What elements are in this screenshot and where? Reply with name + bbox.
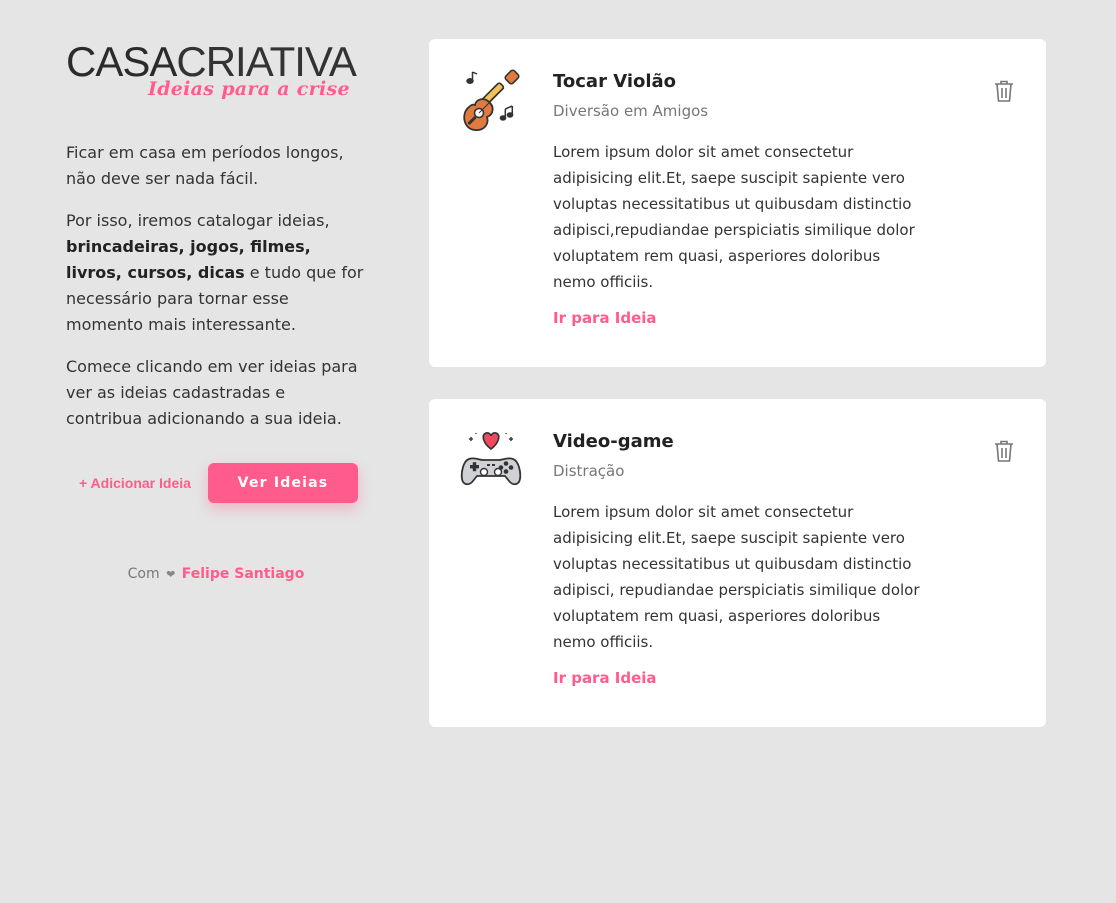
idea-card: Video-game Distração Lorem ipsum dolor s… [429, 399, 1046, 727]
sidebar: CASACRIATIVA Ideias para a crise Ficar e… [66, 38, 366, 582]
card-content: Video-game Distração Lorem ipsum dolor s… [553, 429, 923, 687]
author-link[interactable]: Felipe Santiago [182, 566, 305, 582]
trash-icon[interactable] [993, 79, 1015, 103]
go-to-idea-link[interactable]: Ir para Ideia [553, 669, 657, 687]
card-title: Video-game [553, 431, 674, 452]
logo: CASACRIATIVA Ideias para a crise [66, 38, 366, 104]
credit-prefix: Com [127, 566, 160, 582]
card-content: Tocar Violão Diversão em Amigos Lorem ip… [553, 69, 923, 327]
intro-paragraph-1: Ficar em casa em períodos longos, não de… [66, 143, 344, 188]
view-ideas-button[interactable]: Ver Ideias [208, 463, 358, 503]
credit: Com ❤ Felipe Santiago [66, 566, 366, 582]
intro-paragraph-3: Comece clicando em ver ideias para ver a… [66, 357, 358, 428]
ideas-list: Tocar Violão Diversão em Amigos Lorem ip… [429, 39, 1046, 759]
heart-icon: ❤ [166, 568, 176, 581]
card-description: Lorem ipsum dolor sit amet consectetur a… [553, 143, 915, 291]
intro-paragraph-2: Por isso, iremos catalogar ideias, brinc… [66, 208, 366, 338]
idea-card: Tocar Violão Diversão em Amigos Lorem ip… [429, 39, 1046, 367]
add-idea-link[interactable]: + Adicionar Ideia [79, 475, 191, 491]
card-description: Lorem ipsum dolor sit amet consectetur a… [553, 503, 920, 651]
intro-p2-start: Por isso, iremos catalogar ideias, [66, 211, 330, 230]
guitar-icon [459, 69, 523, 133]
logo-tagline: Ideias para a crise [148, 78, 350, 100]
card-title: Tocar Violão [553, 71, 677, 92]
card-category: Diversão em Amigos [553, 102, 709, 120]
intro-text: Ficar em casa em períodos longos, não de… [66, 140, 366, 432]
gamepad-icon [459, 429, 523, 493]
card-category: Distração [553, 462, 625, 480]
trash-icon[interactable] [993, 439, 1015, 463]
go-to-idea-link[interactable]: Ir para Ideia [553, 309, 657, 327]
actions: + Adicionar Ideia Ver Ideias [79, 463, 359, 503]
